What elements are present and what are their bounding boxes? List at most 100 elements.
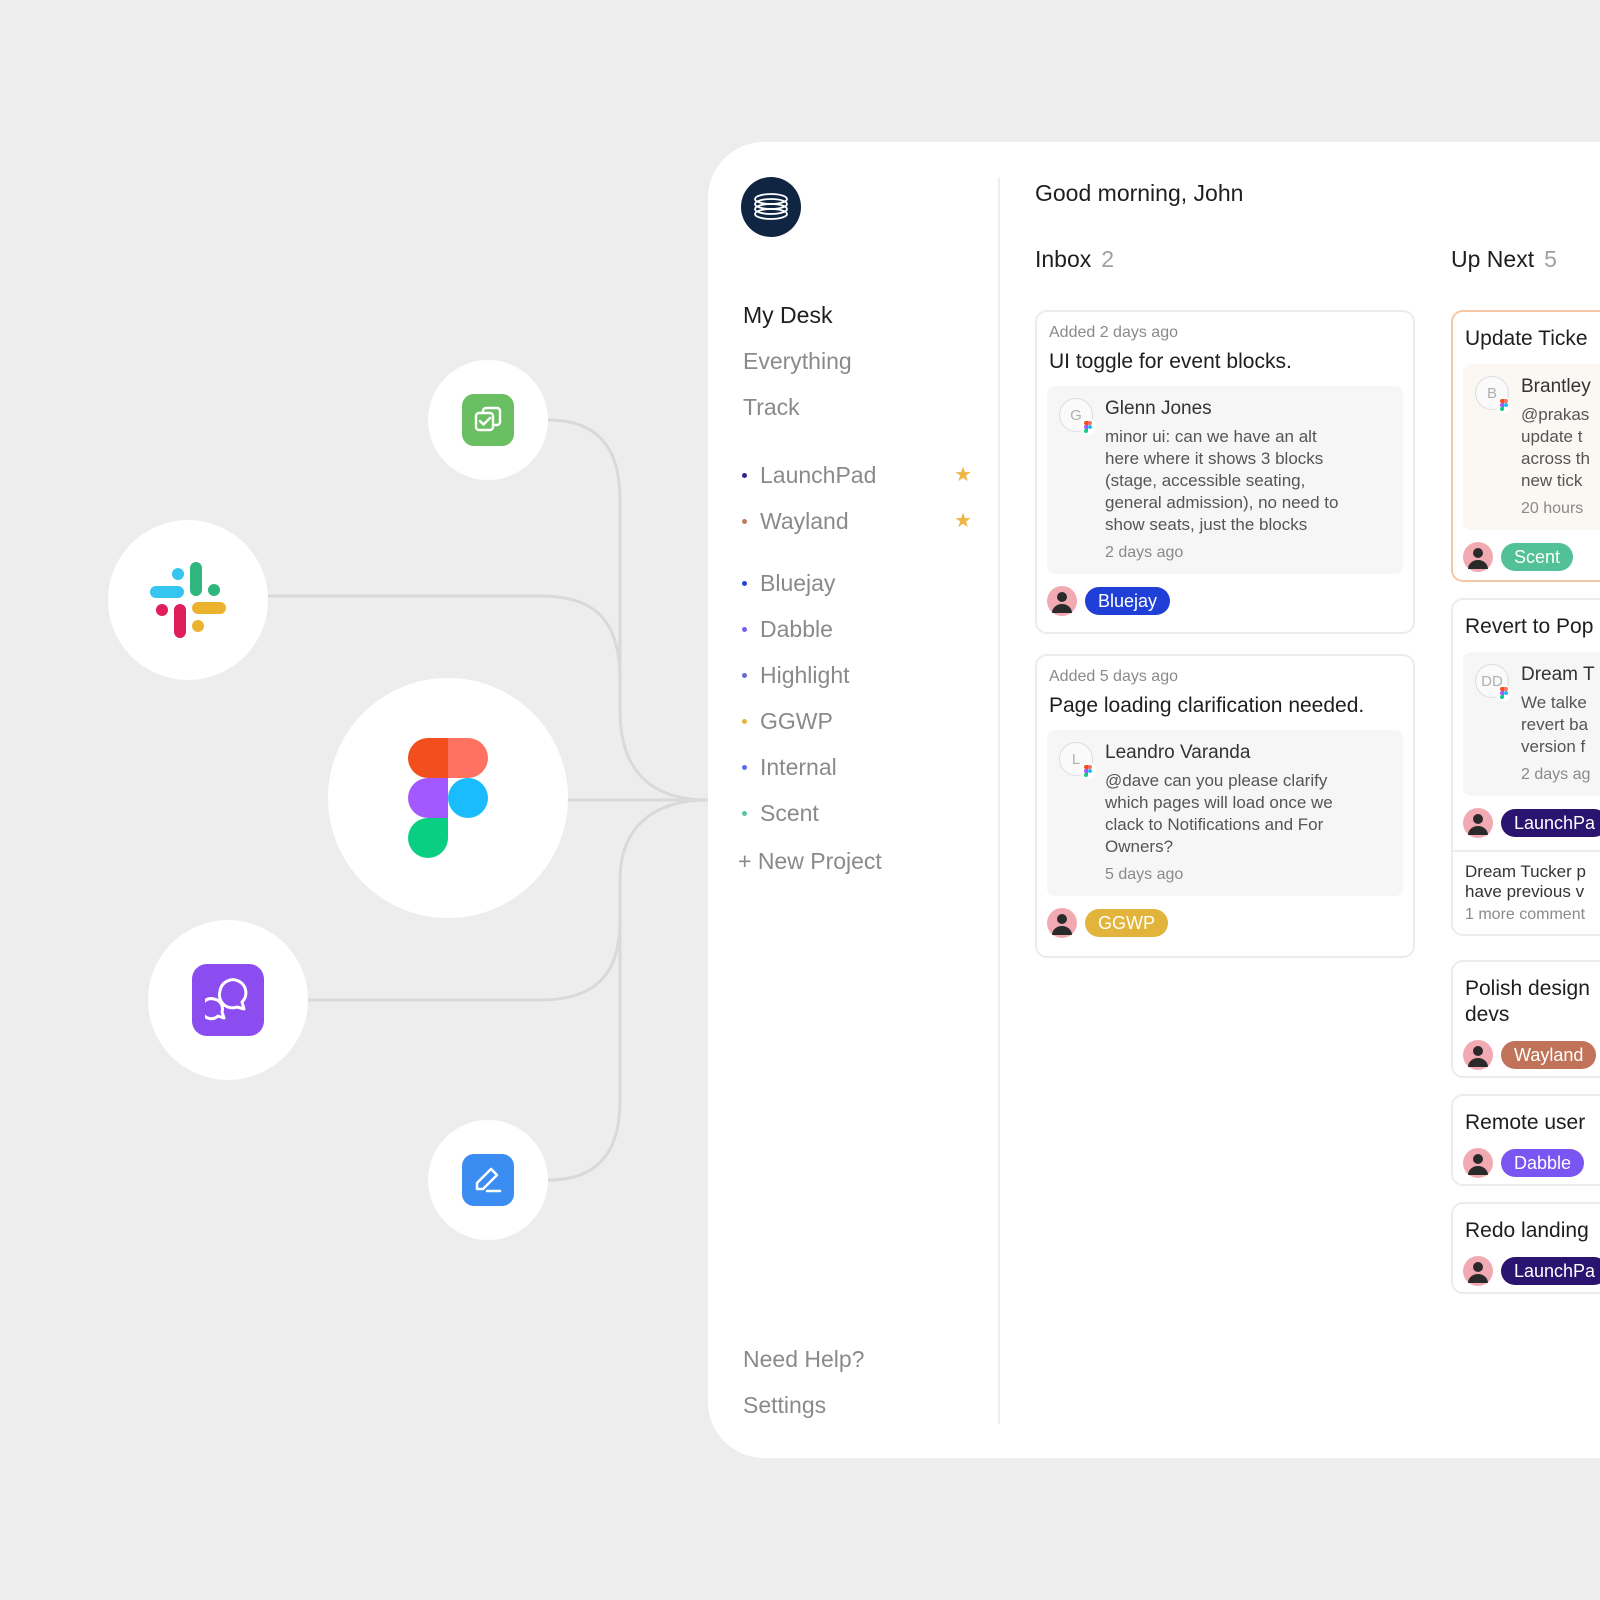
card-title: Page loading clarification needed. bbox=[1049, 694, 1365, 717]
inbox-card[interactable]: Added 5 days ago Page loading clarificat… bbox=[1035, 654, 1415, 958]
project-label: LaunchPad bbox=[760, 461, 877, 488]
comment-time: 2 days ag bbox=[1521, 766, 1591, 783]
comment: DD Dream T We talke revert ba version f … bbox=[1463, 652, 1600, 796]
star-icon[interactable]: ★ bbox=[954, 508, 972, 533]
project-launchpad[interactable]: LaunchPad ★ bbox=[742, 452, 972, 498]
star-icon[interactable]: ★ bbox=[954, 462, 972, 487]
nav-track[interactable]: Track bbox=[743, 394, 852, 440]
project-dot bbox=[742, 518, 747, 524]
figma-badge-icon bbox=[1080, 419, 1096, 435]
figma-icon bbox=[408, 738, 488, 858]
commenter-avatar: DD bbox=[1475, 664, 1512, 701]
comment-body: @prakas update t across th new tick bbox=[1521, 405, 1590, 490]
stack-rings-icon bbox=[754, 193, 788, 220]
app-logo[interactable] bbox=[741, 177, 801, 237]
up-next-card[interactable]: Revert to Pop DD Dream T We talke revert… bbox=[1451, 598, 1600, 936]
project-dabble[interactable]: Dabble bbox=[742, 606, 972, 652]
new-project-button[interactable]: + New Project bbox=[738, 848, 882, 875]
commenter-avatar: L bbox=[1059, 742, 1096, 779]
project-tag[interactable]: Scent bbox=[1501, 543, 1574, 571]
project-label: GGWP bbox=[760, 707, 833, 734]
project-label: Bluejay bbox=[760, 569, 836, 596]
assignee-avatar bbox=[1463, 808, 1493, 838]
card-title: Remote user bbox=[1465, 1111, 1586, 1134]
card-title: Update Ticke bbox=[1465, 327, 1588, 350]
settings-link[interactable]: Settings bbox=[743, 1392, 864, 1438]
slack-icon bbox=[150, 562, 226, 638]
assignee-avatar bbox=[1463, 1148, 1493, 1178]
inbox-title: Inbox bbox=[1035, 246, 1092, 272]
comment: L Leandro Varanda @dave can you please c… bbox=[1047, 730, 1403, 896]
up-next-card[interactable]: Update Ticke B Brantley @prakas update t… bbox=[1451, 310, 1600, 582]
comment-body: We talke revert ba version f bbox=[1521, 693, 1589, 756]
project-scent[interactable]: Scent bbox=[742, 790, 972, 836]
project-ggwp[interactable]: GGWP bbox=[742, 698, 972, 744]
assignee-avatar bbox=[1463, 1040, 1493, 1070]
commenter-name: Leandro Varanda bbox=[1105, 742, 1251, 763]
project-internal[interactable]: Internal bbox=[742, 744, 972, 790]
project-label: Wayland bbox=[760, 507, 849, 534]
comment: G Glenn Jones minor ui: can we have an a… bbox=[1047, 386, 1403, 574]
project-tag[interactable]: Bluejay bbox=[1085, 587, 1171, 615]
inbox-card[interactable]: Added 2 days ago UI toggle for event blo… bbox=[1035, 310, 1415, 634]
project-dot bbox=[742, 626, 747, 632]
notes-app-integration[interactable] bbox=[428, 1120, 548, 1240]
project-tag[interactable]: GGWP bbox=[1085, 909, 1168, 937]
project-wayland[interactable]: Wayland ★ bbox=[742, 498, 972, 544]
extra-comment-author: Dream Tucker p bbox=[1465, 862, 1586, 881]
project-highlight[interactable]: Highlight bbox=[742, 652, 972, 698]
figma-badge-icon bbox=[1496, 685, 1512, 701]
project-label: Highlight bbox=[760, 661, 850, 688]
project-tag[interactable]: LaunchPa bbox=[1501, 1257, 1600, 1285]
commenter-avatar: G bbox=[1059, 398, 1096, 435]
task-app-integration[interactable] bbox=[428, 360, 548, 480]
comment-time: 20 hours bbox=[1521, 500, 1584, 517]
comment-body: minor ui: can we have an alt here where … bbox=[1105, 427, 1339, 534]
figma-badge-icon bbox=[1080, 763, 1096, 779]
project-tag[interactable]: LaunchPa bbox=[1501, 809, 1600, 837]
project-dot bbox=[742, 718, 747, 724]
commenter-name: Glenn Jones bbox=[1105, 398, 1212, 419]
extra-comment[interactable]: Dream Tucker p have previous v 1 more co… bbox=[1453, 850, 1600, 934]
comment-time: 5 days ago bbox=[1105, 866, 1184, 883]
comment: B Brantley @prakas update t across th ne… bbox=[1463, 364, 1600, 530]
assignee-avatar bbox=[1463, 1256, 1493, 1286]
comment-body: @dave can you please clarify which pages… bbox=[1105, 771, 1333, 856]
greeting: Good morning, John bbox=[1035, 180, 1244, 206]
main-nav: My Desk Everything Track bbox=[743, 302, 852, 440]
card-title: UI toggle for event blocks. bbox=[1049, 350, 1292, 373]
more-comments-link[interactable]: 1 more comment bbox=[1465, 906, 1600, 924]
nav-my-desk[interactable]: My Desk bbox=[743, 302, 852, 348]
project-dot bbox=[742, 810, 747, 816]
project-tag[interactable]: Dabble bbox=[1501, 1149, 1585, 1177]
sidebar-divider bbox=[998, 177, 1000, 1424]
up-next-card[interactable]: Redo landing LaunchPa bbox=[1451, 1202, 1600, 1294]
up-next-title: Up Next bbox=[1451, 246, 1535, 272]
app-window: My Desk Everything Track LaunchPad ★ Way… bbox=[708, 142, 1600, 1458]
figma-integration[interactable] bbox=[328, 678, 568, 918]
need-help-link[interactable]: Need Help? bbox=[743, 1346, 864, 1392]
nav-everything[interactable]: Everything bbox=[743, 348, 852, 394]
slack-integration[interactable] bbox=[108, 520, 268, 680]
up-next-card[interactable]: Polish design devs Wayland bbox=[1451, 960, 1600, 1078]
added-time: Added 5 days ago bbox=[1049, 668, 1178, 685]
commenter-avatar: B bbox=[1475, 376, 1512, 413]
up-next-header: Up Next 5 bbox=[1451, 246, 1557, 273]
inbox-count: 2 bbox=[1101, 246, 1115, 272]
comment-time: 2 days ago bbox=[1105, 544, 1184, 561]
checklist-icon bbox=[462, 394, 514, 446]
project-dot bbox=[742, 580, 747, 586]
card-title: Redo landing bbox=[1465, 1219, 1589, 1242]
project-tag[interactable]: Wayland bbox=[1501, 1041, 1597, 1069]
assignee-avatar bbox=[1463, 542, 1493, 572]
inbox-header: Inbox 2 bbox=[1035, 246, 1114, 273]
chat-app-integration[interactable] bbox=[148, 920, 308, 1080]
assignee-avatar bbox=[1047, 908, 1077, 938]
up-next-card[interactable]: Remote user Dabble bbox=[1451, 1094, 1600, 1186]
project-dot bbox=[742, 472, 747, 478]
figma-badge-icon bbox=[1496, 397, 1512, 413]
project-bluejay[interactable]: Bluejay bbox=[742, 560, 972, 606]
chat-bubbles-icon bbox=[192, 964, 264, 1036]
project-list: LaunchPad ★ Wayland ★ Bluejay Dabble Hig… bbox=[742, 452, 972, 836]
project-label: Internal bbox=[760, 753, 837, 780]
